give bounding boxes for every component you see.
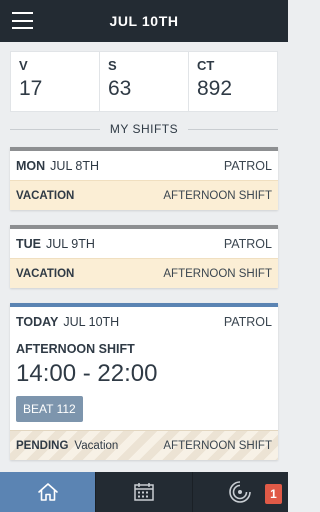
top-bar: JUL 10TH [0, 0, 288, 42]
stat-s: S 63 [100, 52, 189, 111]
shift-name: AFTERNOON SHIFT [163, 189, 272, 202]
shift-day: MON [16, 158, 46, 173]
shift-date: JUL 8TH [50, 158, 100, 173]
divider [188, 128, 279, 130]
menu-icon-line [12, 12, 33, 14]
nav-radar[interactable]: 1 [193, 472, 288, 512]
shift-status: PENDING Vacation [16, 440, 118, 452]
section-header: MY SHIFTS [10, 121, 279, 137]
stat-value: 17 [19, 77, 43, 100]
app-root: JUL 10TH V 17 S 63 CT 892 MY SHIFTS MON … [0, 0, 288, 512]
shift-status: VACATION [16, 267, 75, 280]
shift-date: JUL 10TH [63, 314, 120, 329]
status-label: PENDING [16, 439, 69, 452]
section-title: MY SHIFTS [109, 122, 179, 136]
today-shift-time: 14:00 - 22:00 [16, 360, 158, 387]
stats-panel: V 17 S 63 CT 892 [10, 51, 278, 112]
shift-status: VACATION [16, 189, 75, 202]
menu-icon-line [12, 27, 33, 29]
shift-type: PATROL [223, 236, 272, 251]
shift-card-today[interactable]: TODAY JUL 10TH PATROL AFTERNOON SHIFT 14… [10, 303, 278, 460]
nav-home[interactable] [0, 472, 97, 512]
card-header: TODAY JUL 10TH PATROL [10, 307, 278, 336]
stat-label: S [108, 58, 117, 73]
bottom-nav: 1 [0, 472, 288, 512]
shift-day: TUE [16, 236, 41, 251]
card-header: TUE JUL 9TH PATROL [10, 229, 278, 258]
shift-type: PATROL [223, 314, 272, 329]
calendar-icon [134, 483, 154, 501]
shift-type: PATROL [223, 158, 272, 173]
card-status-row: VACATION AFTERNOON SHIFT [10, 180, 278, 210]
stat-ct: CT 892 [189, 52, 277, 111]
status-note: Vacation [74, 439, 119, 452]
stat-value: 892 [197, 77, 233, 100]
today-shift-title: AFTERNOON SHIFT [16, 342, 135, 356]
card-status-row: VACATION AFTERNOON SHIFT [10, 258, 278, 288]
shift-date: JUL 9TH [46, 236, 95, 251]
card-header: MON JUL 8TH PATROL [10, 151, 278, 180]
beat-badge[interactable]: BEAT 112 [16, 396, 83, 422]
menu-button[interactable] [12, 12, 33, 29]
home-icon [37, 483, 58, 501]
stat-v: V 17 [11, 52, 100, 111]
radar-icon [229, 481, 252, 503]
card-status-row: PENDING Vacation AFTERNOON SHIFT [10, 430, 278, 460]
menu-icon-line [12, 19, 33, 22]
shift-card-mon[interactable]: MON JUL 8TH PATROL VACATION AFTERNOON SH… [10, 147, 278, 210]
nav-calendar[interactable] [96, 472, 193, 512]
today-details: AFTERNOON SHIFT 14:00 - 22:00 BEAT 112 [10, 342, 278, 430]
shift-name: AFTERNOON SHIFT [163, 267, 272, 280]
shift-day: TODAY [16, 314, 59, 329]
stat-label: V [19, 58, 28, 73]
divider [10, 128, 100, 130]
shift-card-tue[interactable]: TUE JUL 9TH PATROL VACATION AFTERNOON SH… [10, 225, 278, 288]
shift-name: AFTERNOON SHIFT [163, 439, 272, 452]
stat-value: 63 [108, 77, 132, 100]
stat-label: CT [197, 58, 215, 73]
notification-badge: 1 [264, 484, 282, 504]
page-title: JUL 10TH [109, 13, 179, 29]
